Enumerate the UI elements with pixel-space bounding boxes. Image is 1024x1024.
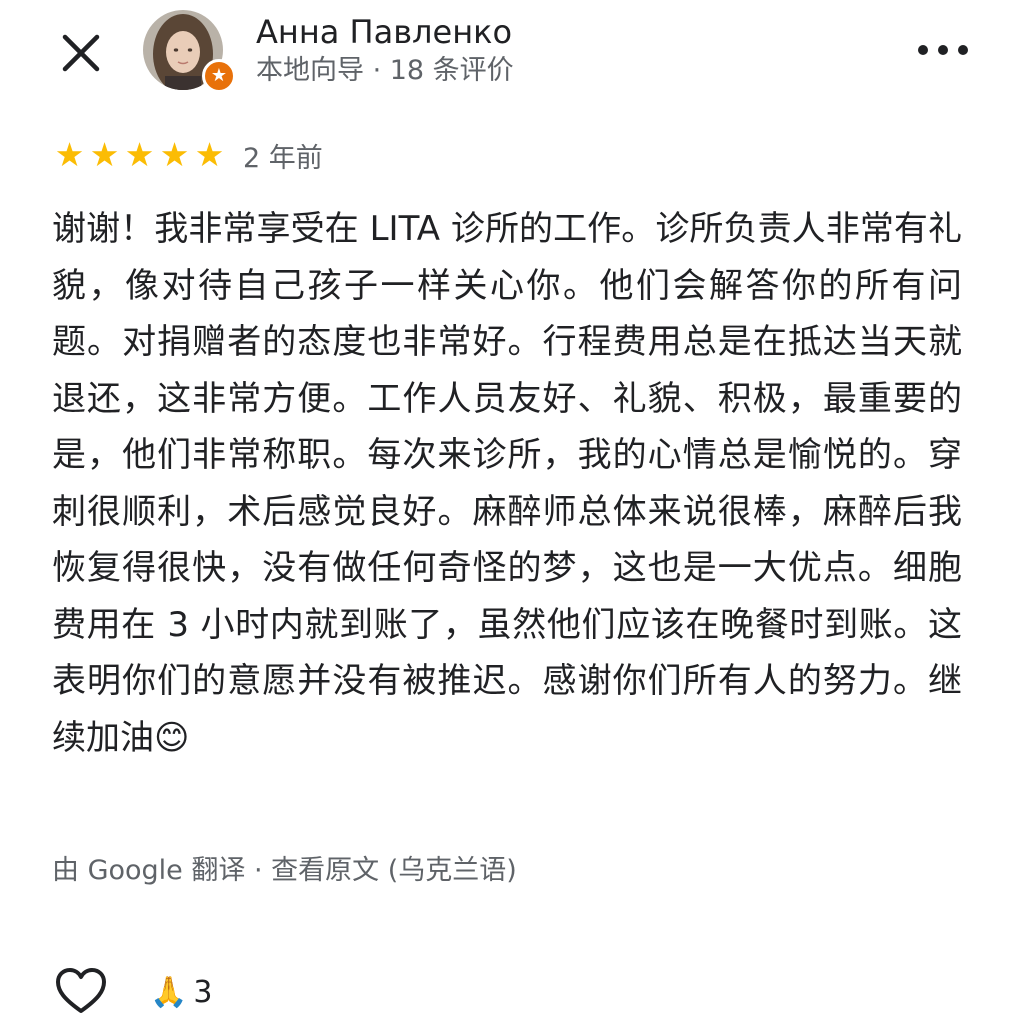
- review-text: 谢谢！我非常享受在 LITA 诊所的工作。诊所负责人非常有礼貌，像对待自己孩子一…: [52, 209, 962, 758]
- review-date: 2 年前: [243, 142, 323, 174]
- more-dot-icon: [958, 45, 968, 55]
- close-icon: [62, 34, 100, 72]
- more-dot-icon: [938, 45, 948, 55]
- heart-icon: [56, 968, 106, 1013]
- like-button[interactable]: [54, 966, 108, 1016]
- see-original-link[interactable]: 查看原文 (乌克兰语): [271, 855, 517, 886]
- star-icon: ★: [89, 135, 120, 174]
- close-button[interactable]: [58, 30, 104, 76]
- star-icon: ★: [159, 135, 190, 174]
- local-guide-badge: ★: [202, 59, 236, 93]
- author-name[interactable]: Анна Павленко: [256, 10, 512, 54]
- star-icon: ★: [54, 135, 85, 174]
- translation-label: 由 Google 翻译 ·: [52, 855, 272, 886]
- author-meta: 本地向导 · 18 条评价: [256, 55, 514, 86]
- translation-note: 由 Google 翻译 · 查看原文 (乌克兰语): [52, 850, 517, 892]
- star-icon: ★: [210, 65, 228, 86]
- more-dot-icon: [918, 45, 928, 55]
- folded-hands-icon: 🙏: [150, 975, 188, 1010]
- star-rating: ★ ★ ★ ★ ★: [52, 134, 227, 176]
- rating-row: ★ ★ ★ ★ ★ 2 年前: [52, 134, 323, 176]
- reaction-count: 3: [193, 975, 213, 1010]
- more-options-button[interactable]: [918, 30, 968, 70]
- star-icon: ★: [124, 135, 155, 174]
- star-icon: ★: [194, 135, 225, 174]
- reaction-button[interactable]: 🙏 3: [150, 970, 212, 1016]
